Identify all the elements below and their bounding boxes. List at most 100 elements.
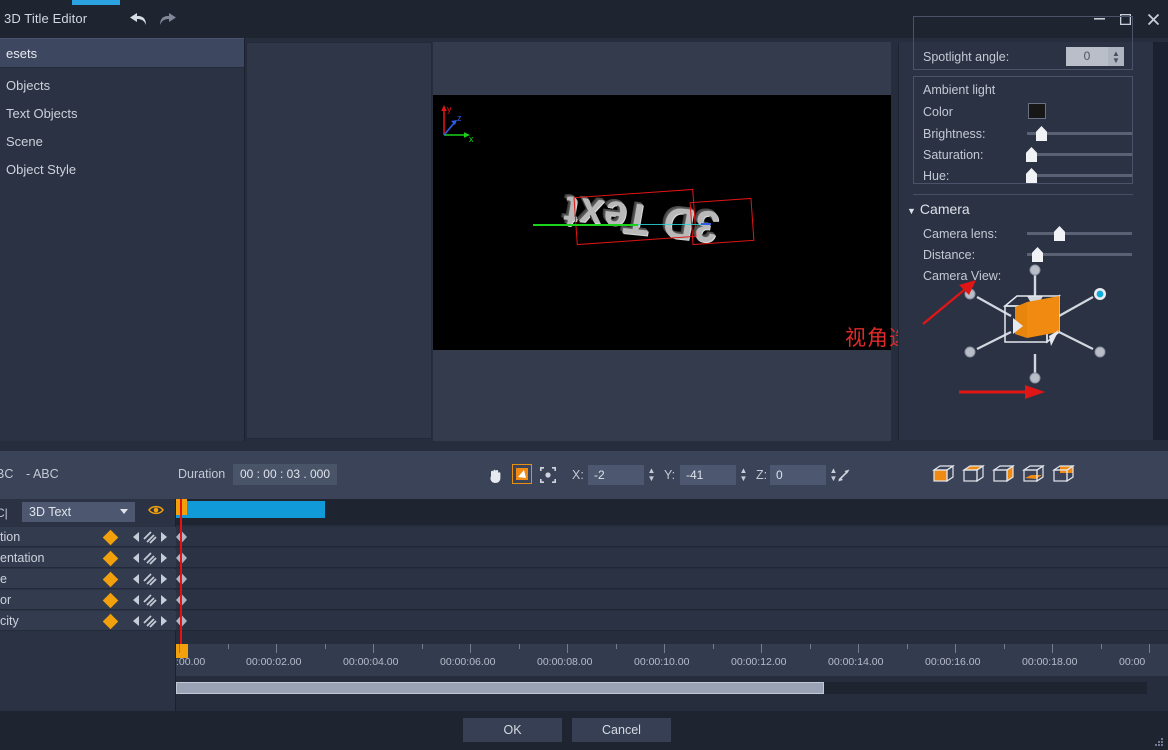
camera-view-widget[interactable]	[955, 264, 1115, 384]
move-object-tool[interactable]	[512, 464, 532, 484]
duration-field[interactable]: 00 : 00 : 03 . 000	[233, 464, 337, 485]
ruler-time-label: 00:00:18.00	[1022, 656, 1077, 668]
reset-transform-icon[interactable]	[834, 465, 854, 485]
track-row[interactable]: or	[0, 590, 176, 610]
track-row[interactable]: tion	[0, 527, 176, 547]
preview-column: y x z 3D Text	[433, 42, 891, 441]
ruler-tick-major	[858, 644, 859, 653]
keyframe-mid-icon[interactable]	[143, 615, 157, 628]
sidebar-item-presets[interactable]: esets	[0, 38, 244, 68]
prev-keyframe-button[interactable]	[133, 574, 139, 584]
timeline-ruler[interactable]: :00.0000:00:02.0000:00:04.0000:00:06.000…	[176, 644, 1168, 676]
camera-section-title: Camera	[920, 201, 970, 217]
keyframe-toggle[interactable]	[103, 593, 119, 609]
keyframe-marker[interactable]	[176, 594, 187, 606]
keyframe-marker[interactable]	[176, 573, 187, 585]
axis-gizmo-icon: y x z	[438, 103, 484, 143]
camera-distance-knob[interactable]	[1032, 247, 1043, 262]
axis-handle-z[interactable]	[638, 224, 703, 225]
ambient-color-swatch[interactable]	[1028, 103, 1046, 119]
next-keyframe-button[interactable]	[161, 616, 167, 626]
view-preset-right[interactable]	[992, 464, 1016, 484]
prev-keyframe-button[interactable]	[133, 532, 139, 542]
next-keyframe-button[interactable]	[161, 574, 167, 584]
sidebar-item-scene[interactable]: Scene	[0, 128, 244, 156]
track-row[interactable]: entation	[0, 548, 176, 568]
y-coord-field[interactable]: -41	[680, 465, 736, 485]
object-selector[interactable]: 3D Text	[22, 502, 135, 522]
ruler-tick-major	[179, 644, 180, 653]
keyframe-toggle[interactable]	[103, 572, 119, 588]
keyframe-marker[interactable]	[176, 552, 187, 564]
timeline-clip[interactable]	[176, 501, 325, 518]
select-tool[interactable]	[538, 465, 558, 485]
view-preset-top[interactable]	[962, 464, 986, 484]
spotlight-angle-field[interactable]: 0	[1066, 47, 1108, 66]
z-coord-field[interactable]: 0	[770, 465, 826, 485]
close-button[interactable]	[1140, 8, 1166, 30]
clip-lane[interactable]	[176, 499, 1168, 525]
sidebar-item-label: Objects	[6, 78, 50, 93]
track-label: e	[0, 572, 7, 586]
timeline-scrollbar-track[interactable]	[176, 682, 1147, 694]
ambient-hue-slider[interactable]	[1027, 174, 1132, 177]
stepper-down-icon: ▼	[644, 475, 659, 483]
keyframe-toggle[interactable]	[103, 614, 119, 630]
prev-keyframe-button[interactable]	[133, 616, 139, 626]
chevron-down-icon	[120, 509, 128, 514]
playhead-handle[interactable]	[176, 499, 187, 515]
x-coord-stepper[interactable]: ▲ ▼	[644, 465, 659, 485]
preview-viewport[interactable]: y x z 3D Text	[433, 95, 891, 350]
sidebar-item-label: Text Objects	[6, 106, 78, 121]
keyframe-lane[interactable]	[176, 527, 1168, 547]
axis-handle-x[interactable]	[533, 224, 638, 226]
next-keyframe-button[interactable]	[161, 532, 167, 542]
ruler-tick-major	[276, 644, 277, 653]
undo-icon[interactable]	[126, 12, 148, 30]
keyframe-marker[interactable]	[176, 531, 187, 543]
ok-button[interactable]: OK	[463, 718, 562, 742]
timeline-scrollbar-thumb[interactable]	[176, 682, 824, 694]
prev-keyframe-button[interactable]	[133, 553, 139, 563]
keyframe-toggle[interactable]	[103, 551, 119, 567]
ambient-saturation-slider[interactable]	[1027, 153, 1132, 156]
view-preset-perspective[interactable]	[1052, 464, 1076, 484]
keyframe-toggle[interactable]	[103, 530, 119, 546]
redo-icon[interactable]	[158, 12, 180, 30]
cancel-button[interactable]: Cancel	[572, 718, 671, 742]
stepper-down-icon: ▼	[1112, 57, 1120, 64]
view-preset-bottom[interactable]	[1022, 464, 1046, 484]
keyframe-lane[interactable]	[176, 611, 1168, 631]
next-keyframe-button[interactable]	[161, 553, 167, 563]
keyframe-mid-icon[interactable]	[143, 594, 157, 607]
y-coord-stepper[interactable]: ▲ ▼	[736, 465, 751, 485]
eye-icon[interactable]	[148, 504, 164, 520]
keyframe-lane[interactable]	[176, 548, 1168, 568]
spotlight-angle-stepper[interactable]: ▲ ▼	[1108, 47, 1124, 66]
camera-lens-slider[interactable]	[1027, 232, 1132, 235]
pan-hand-tool[interactable]	[486, 465, 506, 485]
preset-thumbnail-panel[interactable]	[246, 42, 432, 439]
track-row[interactable]: city	[0, 611, 176, 631]
prev-keyframe-button[interactable]	[133, 595, 139, 605]
keyframe-mid-icon[interactable]	[143, 573, 157, 586]
axis-handle-y[interactable]	[701, 223, 711, 225]
ruler-time-label: 00:00:08.00	[537, 656, 592, 668]
camera-lens-knob[interactable]	[1054, 226, 1065, 241]
ruler-tick-major	[373, 644, 374, 653]
sidebar-item-label: esets	[6, 46, 37, 61]
keyframe-lane[interactable]	[176, 569, 1168, 589]
keyframe-mid-icon[interactable]	[143, 552, 157, 565]
keyframe-marker[interactable]	[176, 615, 187, 627]
sidebar-item-object-style[interactable]: Object Style	[0, 156, 244, 184]
sidebar-item-objects[interactable]: Objects	[0, 72, 244, 100]
keyframe-lane[interactable]	[176, 590, 1168, 610]
track-row[interactable]: e	[0, 569, 176, 589]
sidebar-item-text-objects[interactable]: Text Objects	[0, 100, 244, 128]
x-coord-field[interactable]: -2	[588, 465, 644, 485]
camera-section-header[interactable]: ▼Camera	[907, 201, 970, 217]
keyframe-mid-icon[interactable]	[143, 531, 157, 544]
view-preset-front[interactable]	[932, 464, 956, 484]
resize-grip[interactable]	[1154, 737, 1164, 747]
next-keyframe-button[interactable]	[161, 595, 167, 605]
